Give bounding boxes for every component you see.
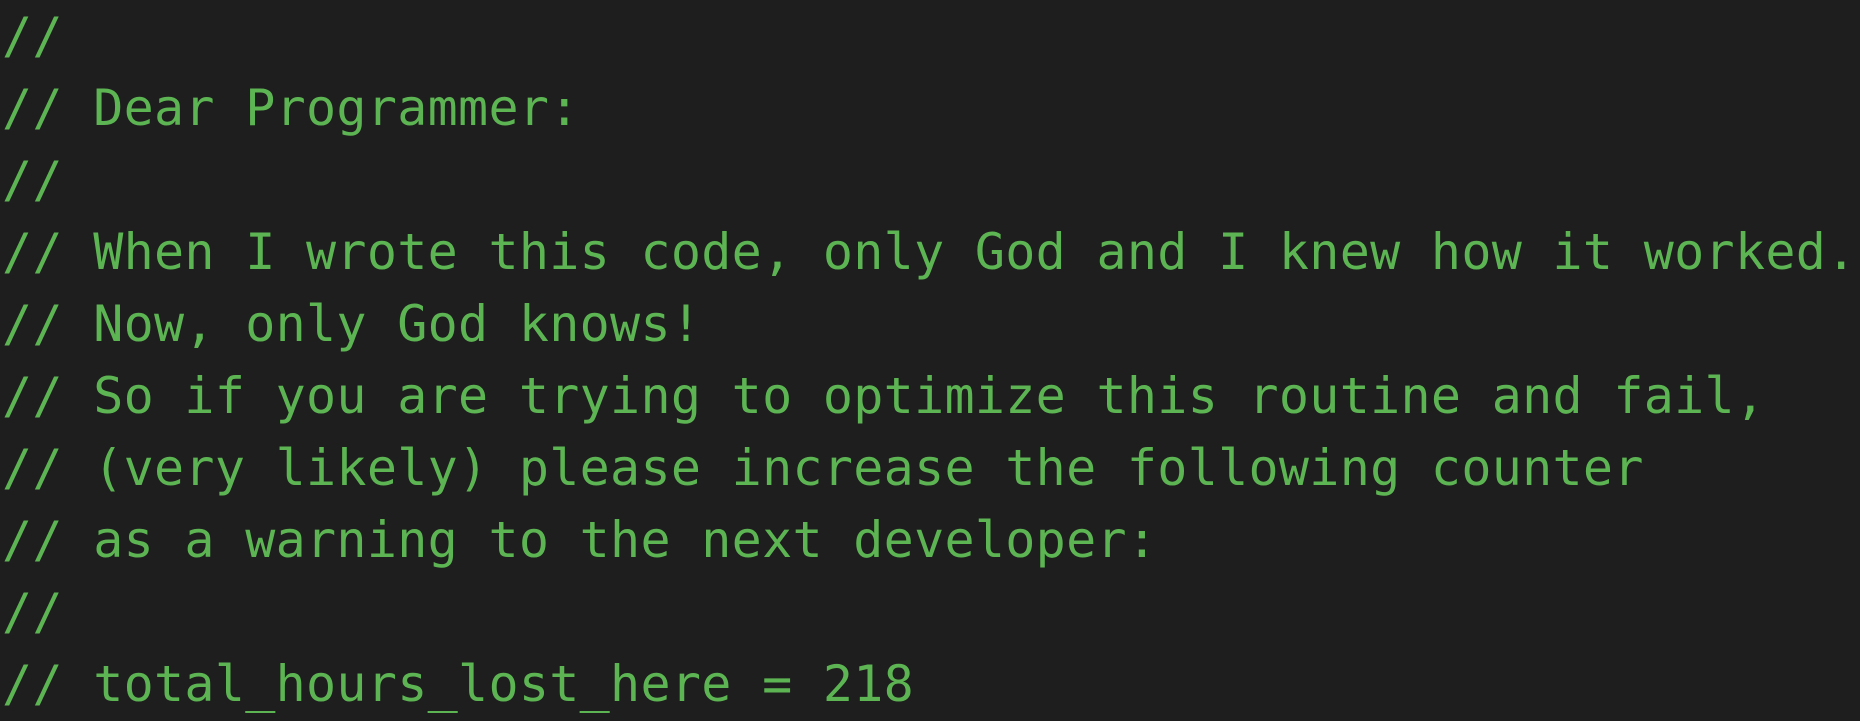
code-line-comment: // So if you are trying to optimize this… [2, 367, 1766, 425]
code-line-comment: // [2, 151, 63, 209]
code-editor[interactable]: // // Dear Programmer: // // When I wrote t… [2, 0, 1860, 720]
code-line-comment: // [2, 583, 63, 641]
code-line-counter: // total_hours_lost_here = 218 [2, 655, 915, 713]
code-line-comment: // (very likely) please increase the fol… [2, 439, 1644, 497]
code-line-comment: // [2, 7, 63, 65]
code-line-comment: // Dear Programmer: [2, 79, 580, 137]
code-line-comment: // When I wrote this code, only God and … [2, 223, 1857, 281]
code-line-comment: // Now, only God knows! [2, 295, 702, 353]
code-line-comment: // as a warning to the next developer: [2, 511, 1158, 569]
